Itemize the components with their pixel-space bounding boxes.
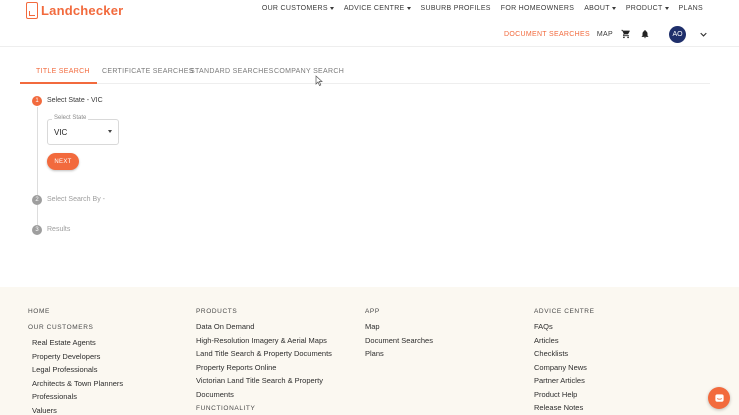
footer-heading-home[interactable]: HOME [28,308,123,322]
footer-link[interactable]: FAQs [534,322,595,336]
footer-link[interactable]: Legal Professionals [28,365,123,379]
footer-heading-app: APP [365,308,380,315]
step-connector [37,205,38,225]
chat-icon [714,393,724,402]
step-3-indicator: 3 [32,225,42,235]
active-tab-indicator [20,82,97,84]
step-2-indicator: 2 [32,195,42,205]
tab-company-search[interactable]: COMPANY SEARCH [274,68,344,75]
footer-link[interactable]: High-Resolution Imagery & Aerial Maps [196,336,332,350]
chevron-down-icon[interactable] [699,30,707,38]
chat-launcher-button[interactable] [708,387,730,409]
nav-label: SUBURB PROFILES [420,5,491,12]
nav-label: FOR HOMEOWNERS [500,5,575,12]
footer-column-advice-centre: ADVICE CENTRE FAQs Articles Checklists C… [534,308,595,415]
account-bar: DOCUMENT SEARCHES MAP AO [504,25,707,43]
footer-link[interactable]: Map [365,322,433,336]
footer-link[interactable]: Property Developers [28,352,123,366]
footer-link[interactable]: Partner Articles [534,376,595,390]
footer-link[interactable]: Architects & Town Planners [28,379,123,393]
footer-link[interactable]: Real Estate Agents [28,338,123,352]
tab-standard-searches[interactable]: STANDARD SEARCHES [190,68,274,75]
footer-link[interactable]: Document Searches [365,336,433,350]
mouse-pointer-icon [315,75,323,86]
logo-text: Landchecker [41,2,124,18]
footer-link[interactable]: Articles [534,336,595,350]
footer-link[interactable]: Release Notes [534,403,595,415]
nav-label: PRODUCT [625,5,663,12]
chevron-down-icon [329,7,334,10]
footer-column-app: APP Map Document Searches Plans [365,308,433,363]
state-select-caption: Select State [52,115,89,121]
nav-suburb-profiles[interactable]: SUBURB PROFILES [421,5,491,12]
search-tabs: TITLE SEARCH CERTIFICATE SEARCHES STANDA… [20,62,710,84]
map-link[interactable]: MAP [597,31,613,38]
header-divider [0,46,739,47]
next-button[interactable]: NEXT [47,153,79,170]
nav-plans[interactable]: PLANS [679,5,703,12]
step-connector [37,107,38,195]
footer-link[interactable]: Company News [534,363,595,377]
footer-link[interactable]: Documents [196,390,332,404]
step-1-indicator: 1 [32,96,42,106]
nav-label: PLANS [678,5,703,12]
nav-label: ABOUT [584,5,610,12]
footer-link[interactable]: Valuers [28,406,123,415]
main-nav: OUR CUSTOMERS ADVICE CENTRE SUBURB PROFI… [262,5,703,12]
footer-heading-our-customers[interactable]: OUR CUSTOMERS [28,324,123,338]
top-navigation: Landchecker OUR CUSTOMERS ADVICE CENTRE … [0,0,739,20]
footer-link[interactable]: Land Title Search & Property Documents [196,349,332,363]
footer-link[interactable]: Data On Demand [196,322,332,336]
step-2-label: Select Search By - [47,196,105,203]
footer-link[interactable]: Checklists [534,349,595,363]
logo-mark-icon [26,1,38,19]
nav-product[interactable]: PRODUCT [626,5,669,12]
site-footer: HOME OUR CUSTOMERS Real Estate Agents Pr… [0,287,739,415]
state-select-value: VIC [54,128,68,137]
nav-about[interactable]: ABOUT [584,5,616,12]
bell-icon[interactable] [639,28,651,40]
nav-label: ADVICE CENTRE [343,5,405,12]
footer-column-products: PRODUCTS Data On Demand High-Resolution … [196,308,332,415]
footer-link[interactable]: Professionals [28,392,123,406]
chevron-down-icon [664,7,669,10]
tab-certificate-searches[interactable]: CERTIFICATE SEARCHES [102,68,194,75]
footer-heading-advice-centre: ADVICE CENTRE [534,308,595,315]
footer-link[interactable]: Plans [365,349,433,363]
chevron-down-icon [406,7,411,10]
step-1-label: Select State - VIC [47,97,103,104]
nav-label: OUR CUSTOMERS [261,5,328,12]
footer-link[interactable]: Property Reports Online [196,363,332,377]
footer-heading-functionality: FUNCTIONALITY [196,405,256,412]
document-searches-link[interactable]: DOCUMENT SEARCHES [504,31,590,38]
step-3-label: Results [47,226,71,233]
footer-column-home: HOME OUR CUSTOMERS Real Estate Agents Pr… [28,308,123,415]
cart-icon[interactable] [620,28,632,40]
tab-title-search[interactable]: TITLE SEARCH [36,68,90,75]
dropdown-arrow-icon [108,130,112,133]
footer-heading-products: PRODUCTS [196,308,238,315]
footer-link[interactable]: Product Help [534,390,595,404]
nav-advice-centre[interactable]: ADVICE CENTRE [344,5,411,12]
nav-our-customers[interactable]: OUR CUSTOMERS [262,5,334,12]
chevron-down-icon [611,7,616,10]
landchecker-logo[interactable]: Landchecker [26,1,123,19]
user-avatar[interactable]: AO [669,25,686,43]
footer-link[interactable]: Victorian Land Title Search & Property [196,376,332,390]
nav-for-homeowners[interactable]: FOR HOMEOWNERS [501,5,574,12]
